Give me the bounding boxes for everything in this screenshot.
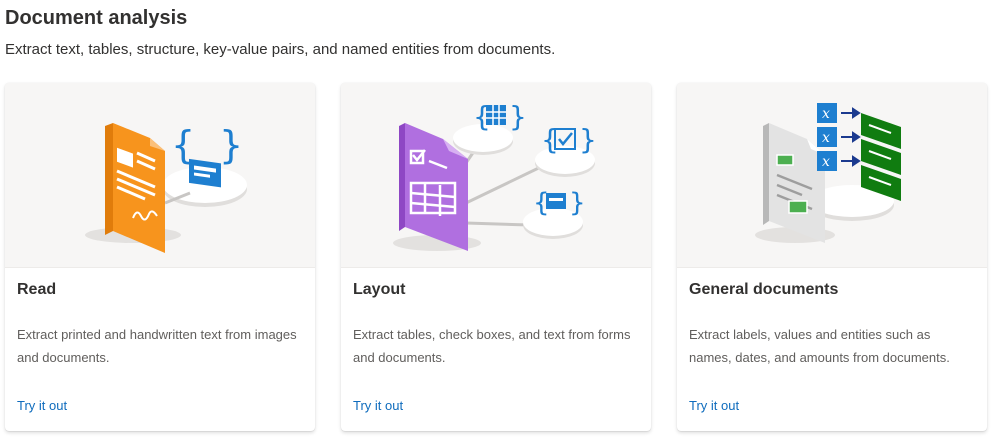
card-general-documents[interactable]: xxx General documents Extract labels, va…: [677, 83, 987, 431]
svg-text:}: }: [579, 123, 597, 156]
card-title: General documents: [689, 281, 839, 298]
svg-text:x: x: [822, 106, 830, 122]
try-it-out-link[interactable]: Try it out: [689, 398, 739, 413]
card-description: Extract printed and handwritten text fro…: [17, 327, 297, 365]
card-title: Read: [17, 281, 57, 298]
page-header: Document analysis Extract text, tables, …: [5, 4, 555, 60]
layout-document-icon: { } { } { }: [393, 100, 597, 251]
card-read[interactable]: { } Read Extract printed and handwritten…: [5, 83, 315, 431]
card-illustration: { } { } { }: [341, 83, 651, 268]
page-subtitle: Extract text, tables, structure, key-val…: [5, 41, 556, 58]
read-document-icon: { }: [85, 123, 247, 253]
svg-text:}: }: [219, 123, 243, 167]
card-illustration: xxx: [677, 83, 987, 268]
svg-text:}: }: [509, 100, 527, 133]
card-illustration: { }: [5, 83, 315, 268]
page-title: Document analysis: [5, 7, 188, 29]
try-it-out-link[interactable]: Try it out: [353, 398, 403, 413]
card-description: Extract tables, check boxes, and text fr…: [353, 327, 631, 365]
card-title: Layout: [353, 281, 406, 298]
card-description: Extract labels, values and entities such…: [689, 327, 950, 365]
general-documents-icon: xxx: [755, 103, 901, 243]
svg-text:x: x: [822, 154, 830, 170]
try-it-out-link[interactable]: Try it out: [17, 398, 67, 413]
svg-text:x: x: [822, 130, 830, 146]
svg-text:}: }: [569, 188, 586, 218]
card-layout[interactable]: { } { } { } Layout Extract tables, check…: [341, 83, 651, 431]
svg-text:{: {: [541, 123, 559, 156]
